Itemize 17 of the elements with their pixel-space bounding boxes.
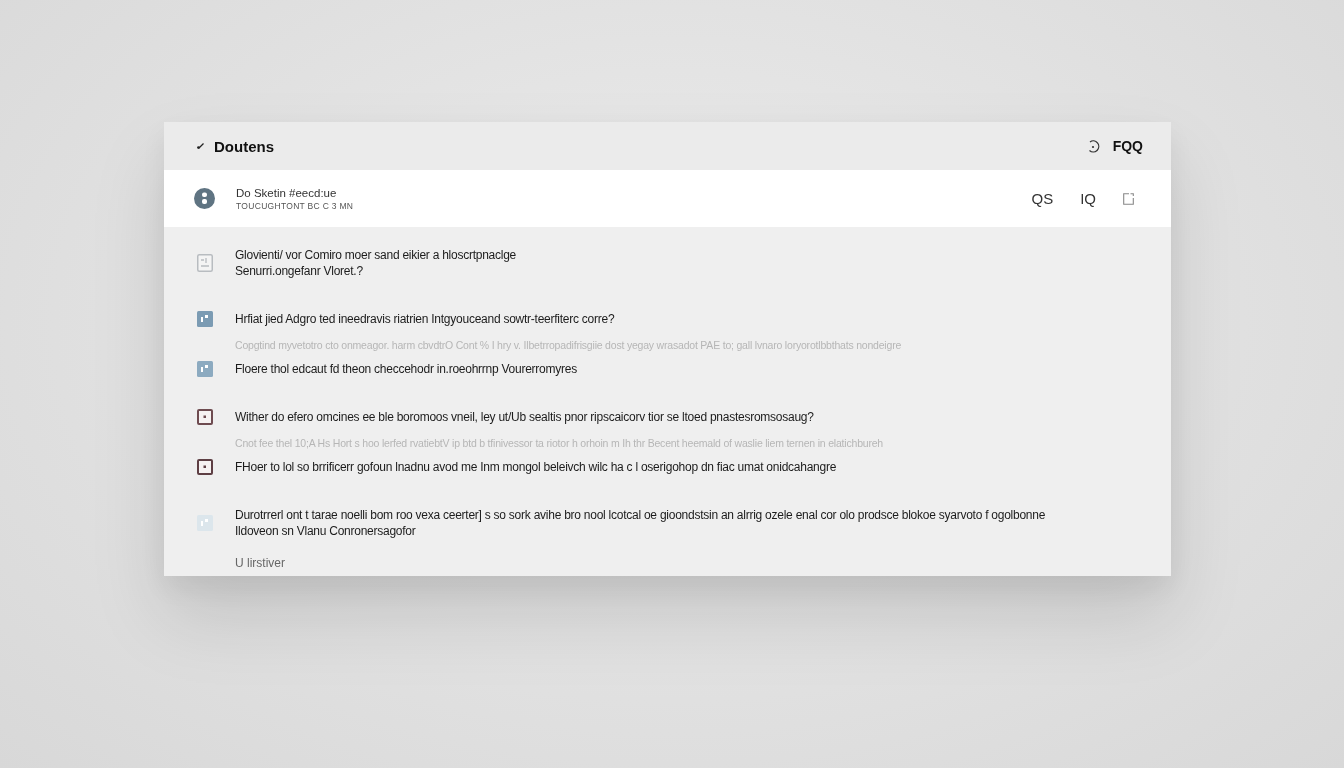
avatar-icon [194,188,215,209]
page-title: Doutens [214,137,274,155]
footer-text: U lirstiver [235,556,286,570]
action-button[interactable]: IQ [1080,190,1096,207]
faq-question[interactable]: Wither do efero omcines ee ble boromoos vneil, ley ut/Ub sealtis pnor ripscaicorv tior se ltoed pnastesromsosaug? [235,409,814,425]
faq-link[interactable]: FQQ [1112,138,1143,154]
faq-question[interactable]: FHoer to lol so brrificerr gofoun lnadnu avod me Inm mongol beleivch wilc ha c l oserigohop dn fiac umat onidcahangre [235,459,837,475]
square-icon[interactable] [1123,192,1134,205]
profile-name: Do Sketin #eecd:ue [236,186,338,199]
ring-icon[interactable] [1086,139,1100,153]
faq-question[interactable]: Glovienti/ vor Comiro moer sand eikier a hloscrtpnaclge Senurri.ongefanr Vloret.? [235,247,517,279]
faq-question[interactable]: Floere thol edcaut fd theon checcehodr in.roeohrrnp Vourerromyres [235,361,577,377]
action-button[interactable]: QS [1031,190,1054,207]
profile-subtitle: TOUCUGHTONT BC C 3 MN [236,200,354,211]
faq-question[interactable]: Hrfiat jied Adgro ted ineedravis riatrien Intgyouceand sowtr-teerfiterc corre? [235,311,615,327]
faq-question[interactable]: Durotrrerl ont t tarae noelli bom roo vexa ceerter] s so sork avihe bro nool lcotcal oe gioondstsin an alrrig ozele enal cor olo prodsce blokoe syarvoto f ogolbonne Ildoveon sn Vlanu Conronersagofor [235,507,1046,539]
tick-icon [197,143,204,149]
